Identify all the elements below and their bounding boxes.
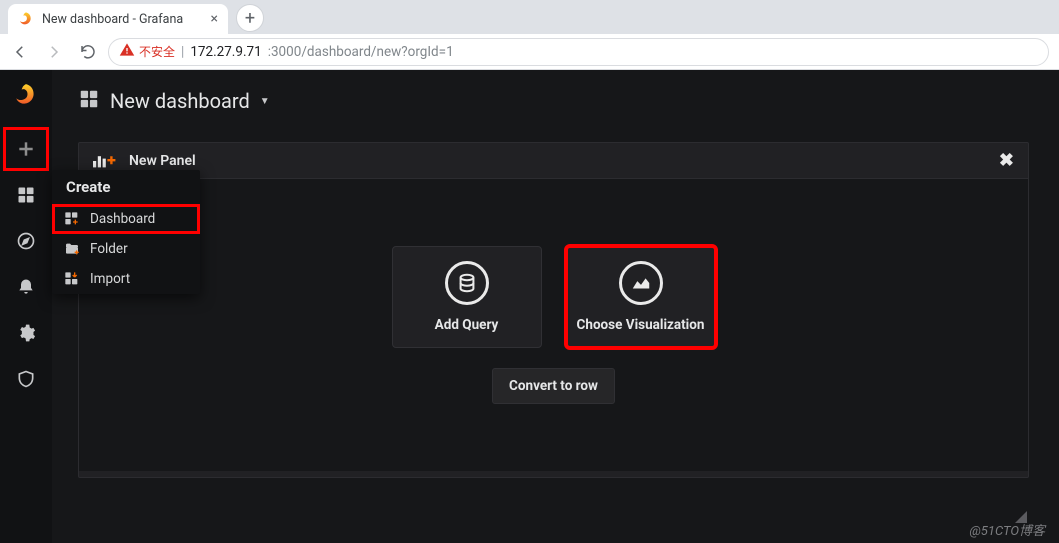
- create-dashboard-item[interactable]: Dashboard: [52, 204, 200, 234]
- back-button[interactable]: [6, 38, 34, 66]
- side-nav: [0, 70, 52, 543]
- nav-configuration[interactable]: [6, 314, 46, 352]
- create-import-item[interactable]: Import: [52, 264, 200, 294]
- grafana-logo[interactable]: [6, 76, 46, 114]
- database-icon: [445, 261, 489, 305]
- add-query-label: Add Query: [435, 317, 499, 333]
- breadcrumb[interactable]: New dashboard ▼: [78, 82, 1029, 120]
- create-flyout-heading: Create: [52, 170, 200, 204]
- browser-chrome: New dashboard - Grafana × + 不安全 | 172.27…: [0, 0, 1059, 70]
- forward-button[interactable]: [40, 38, 68, 66]
- folder-plus-icon: [64, 241, 80, 257]
- bar-chart-plus-icon: [93, 153, 117, 169]
- choose-visualization-button[interactable]: Choose Visualization: [566, 246, 716, 348]
- panel-options-row: Add Query Choose Visualization: [392, 246, 716, 348]
- import-icon: [64, 271, 80, 287]
- browser-tabbar: New dashboard - Grafana × +: [0, 0, 1059, 34]
- browser-tab[interactable]: New dashboard - Grafana ×: [8, 4, 228, 34]
- panel-header: New Panel ✖: [79, 143, 1028, 179]
- add-query-button[interactable]: Add Query: [392, 246, 542, 348]
- insecure-label: 不安全: [139, 43, 175, 60]
- address-bar[interactable]: 不安全 | 172.27.9.71 :3000/dashboard/new?org…: [108, 38, 1049, 66]
- url-host: 172.27.9.71: [190, 44, 261, 60]
- choose-visualization-label: Choose Visualization: [577, 317, 705, 333]
- browser-toolbar: 不安全 | 172.27.9.71 :3000/dashboard/new?org…: [0, 34, 1059, 70]
- create-folder-item[interactable]: Folder: [52, 234, 200, 264]
- panel-body: Add Query Choose Visualization Convert t…: [79, 179, 1028, 471]
- page-title: New dashboard: [110, 89, 250, 113]
- dashboard-grid-icon: [78, 88, 100, 114]
- watermark: @51CTO博客: [969, 520, 1045, 539]
- panel-close-icon[interactable]: ✖: [999, 150, 1014, 171]
- nav-admin[interactable]: [6, 360, 46, 398]
- warning-icon: [119, 42, 135, 61]
- nav-dashboards[interactable]: [6, 176, 46, 214]
- create-flyout: Create Dashboard Folder Import: [52, 170, 200, 294]
- convert-to-row-button[interactable]: Convert to row: [492, 368, 615, 404]
- reload-button[interactable]: [74, 38, 102, 66]
- page-content: New dashboard ▼ New Panel ✖: [52, 70, 1059, 543]
- create-import-label: Import: [90, 271, 130, 287]
- browser-tab-title: New dashboard - Grafana: [42, 12, 183, 27]
- nav-create[interactable]: [6, 130, 46, 168]
- omnibox-separator: |: [181, 44, 184, 60]
- area-chart-icon: [619, 261, 663, 305]
- chevron-down-icon: ▼: [260, 96, 270, 107]
- create-dashboard-label: Dashboard: [90, 211, 155, 227]
- url-path: :3000/dashboard/new?orgId=1: [268, 44, 454, 60]
- grafana-app: Create Dashboard Folder Import New dashb…: [0, 70, 1059, 543]
- site-favicon: [18, 11, 34, 27]
- new-tab-button[interactable]: +: [236, 4, 264, 32]
- nav-alerting[interactable]: [6, 268, 46, 306]
- dashboard-plus-icon: [64, 211, 80, 227]
- close-tab-icon[interactable]: ×: [211, 11, 218, 27]
- nav-explore[interactable]: [6, 222, 46, 260]
- insecure-badge: 不安全: [119, 42, 175, 61]
- new-panel-card: New Panel ✖ Add Query: [78, 142, 1029, 478]
- create-folder-label: Folder: [90, 241, 128, 257]
- panel-title: New Panel: [129, 153, 196, 169]
